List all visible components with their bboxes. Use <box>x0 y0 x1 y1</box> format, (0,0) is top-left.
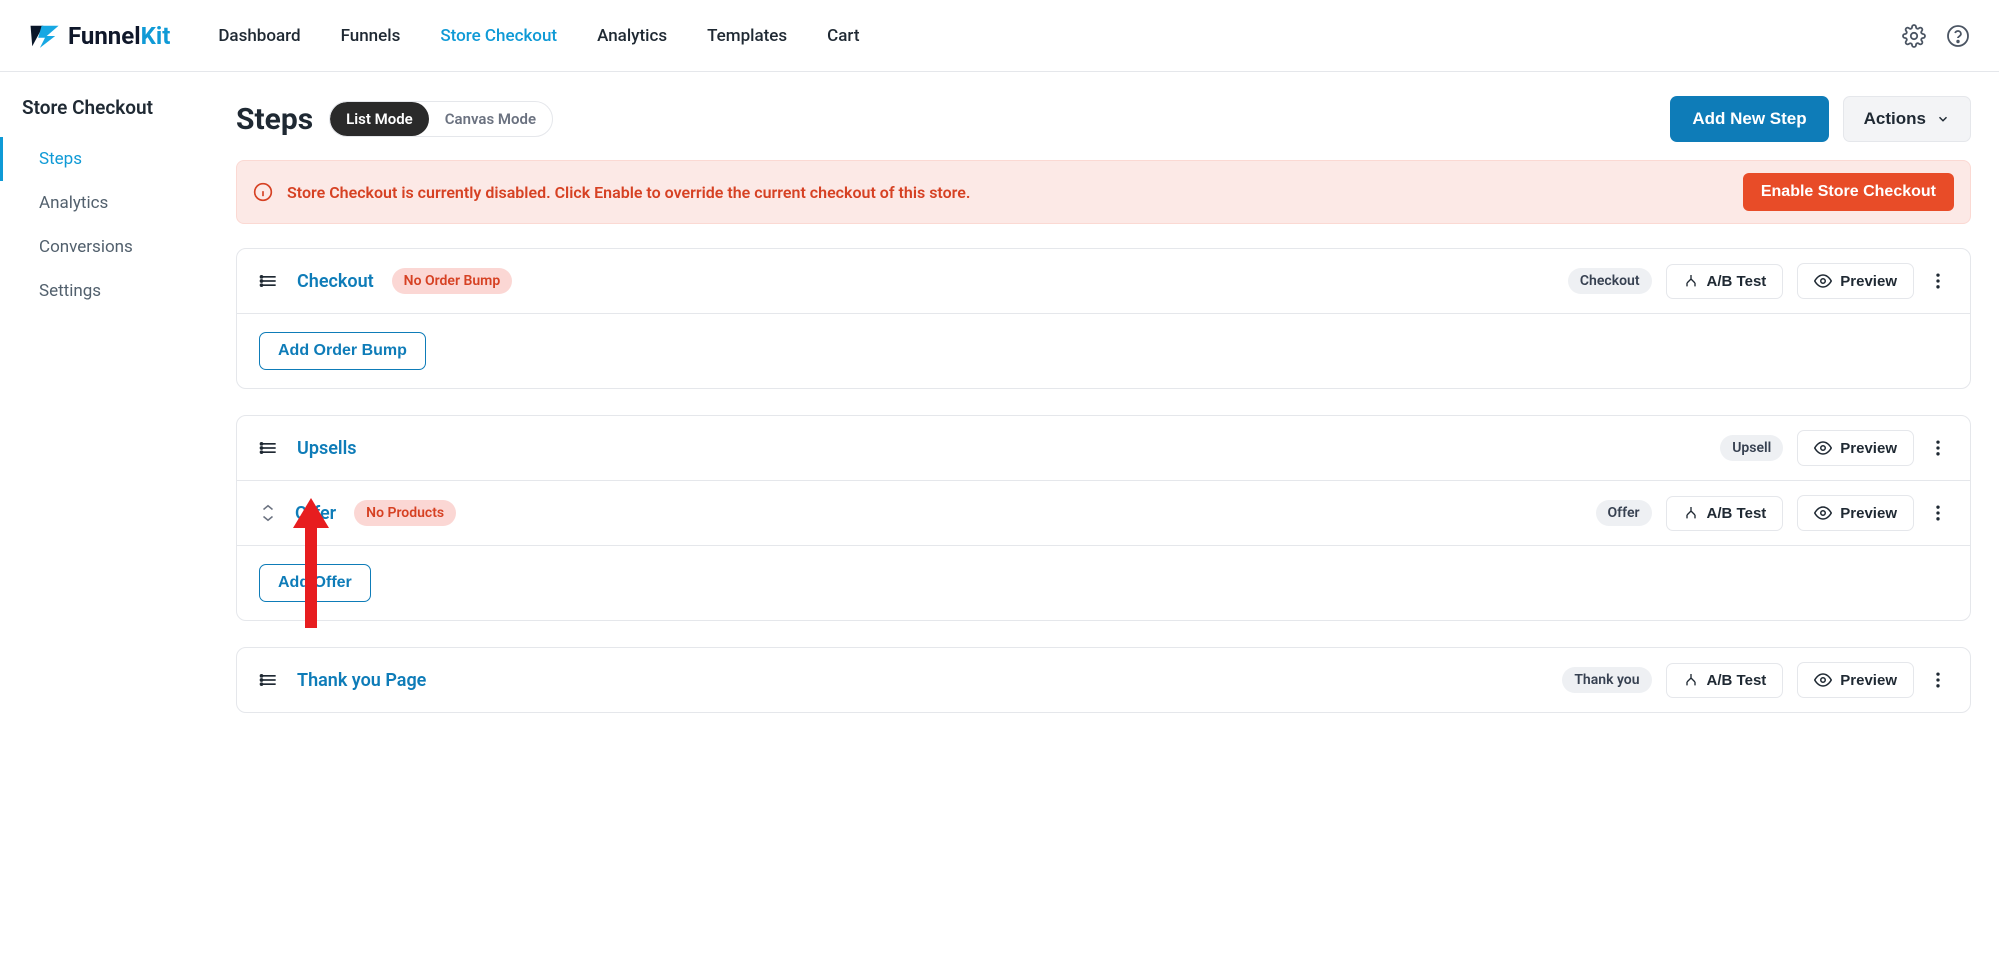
top-bar: FunnelKit Dashboard Funnels Store Checko… <box>0 0 1999 72</box>
disabled-alert: Store Checkout is currently disabled. Cl… <box>236 160 1971 224</box>
sidebar: Store Checkout Steps Analytics Conversio… <box>0 72 218 978</box>
split-icon <box>1683 273 1699 289</box>
step-type-pill: Thank you <box>1562 667 1651 693</box>
settings-icon[interactable] <box>1901 23 1927 49</box>
sidebar-title: Store Checkout <box>0 96 218 137</box>
badge-no-products: No Products <box>354 500 456 526</box>
sidebar-item-conversions[interactable]: Conversions <box>0 225 218 269</box>
offer-type-pill: Offer <box>1596 500 1652 526</box>
actions-button-label: Actions <box>1864 109 1926 129</box>
eye-icon <box>1814 439 1832 457</box>
info-icon <box>253 182 273 202</box>
add-offer-button[interactable]: Add Offer <box>259 564 371 602</box>
logo-text-prefix: Funnel <box>68 22 141 50</box>
eye-icon <box>1814 272 1832 290</box>
drag-handle-icon[interactable] <box>259 670 279 690</box>
top-nav: Dashboard Funnels Store Checkout Analyti… <box>218 26 859 46</box>
add-new-step-button[interactable]: Add New Step <box>1670 96 1828 142</box>
topnav-cart[interactable]: Cart <box>827 26 859 46</box>
ab-test-label: A/B Test <box>1707 672 1767 689</box>
brand-logo[interactable]: FunnelKit <box>28 22 170 50</box>
logo-text-suffix: Kit <box>141 22 171 50</box>
preview-label: Preview <box>1840 273 1897 290</box>
topnav-storecheckout[interactable]: Store Checkout <box>440 26 557 46</box>
ab-test-button[interactable]: A/B Test <box>1666 264 1784 299</box>
preview-button[interactable]: Preview <box>1797 662 1914 698</box>
more-icon[interactable] <box>1928 670 1948 690</box>
alert-text: Store Checkout is currently disabled. Cl… <box>287 183 970 202</box>
step-link-thankyou[interactable]: Thank you Page <box>297 670 426 691</box>
drag-handle-icon[interactable] <box>259 438 279 458</box>
more-icon[interactable] <box>1928 271 1948 291</box>
step-link-upsells[interactable]: Upsells <box>297 438 357 459</box>
more-icon[interactable] <box>1928 503 1948 523</box>
logo-mark-icon <box>28 22 62 50</box>
step-link-checkout[interactable]: Checkout <box>297 271 374 292</box>
topnav-templates[interactable]: Templates <box>707 26 787 46</box>
more-icon[interactable] <box>1928 438 1948 458</box>
sidebar-item-steps[interactable]: Steps <box>0 137 218 181</box>
ab-test-button[interactable]: A/B Test <box>1666 663 1784 698</box>
eye-icon <box>1814 504 1832 522</box>
preview-label: Preview <box>1840 672 1897 689</box>
enable-store-checkout-button[interactable]: Enable Store Checkout <box>1743 173 1954 211</box>
preview-label: Preview <box>1840 505 1897 522</box>
actions-button[interactable]: Actions <box>1843 96 1971 142</box>
main-content: Steps List Mode Canvas Mode Add New Step… <box>218 72 1999 978</box>
ab-test-label: A/B Test <box>1707 505 1767 522</box>
add-order-bump-button[interactable]: Add Order Bump <box>259 332 426 370</box>
step-card-thankyou: Thank you Page Thank you A/B Test Previe… <box>236 647 1971 713</box>
preview-button[interactable]: Preview <box>1797 495 1914 531</box>
page-title: Steps <box>236 102 313 137</box>
sort-arrows-icon[interactable] <box>259 503 277 523</box>
help-icon[interactable] <box>1945 23 1971 49</box>
badge-no-order-bump: No Order Bump <box>392 268 513 294</box>
topnav-funnels[interactable]: Funnels <box>341 26 401 46</box>
split-icon <box>1683 672 1699 688</box>
topnav-analytics[interactable]: Analytics <box>597 26 667 46</box>
offer-link[interactable]: Offer <box>295 503 336 524</box>
step-type-pill: Upsell <box>1720 435 1783 461</box>
step-type-pill: Checkout <box>1568 268 1652 294</box>
preview-label: Preview <box>1840 440 1897 457</box>
step-card-checkout: Checkout No Order Bump Checkout A/B Test… <box>236 248 1971 389</box>
mode-canvas[interactable]: Canvas Mode <box>429 102 552 136</box>
topnav-dashboard[interactable]: Dashboard <box>218 26 300 46</box>
step-card-upsells: Upsells Upsell Preview <box>236 415 1971 621</box>
view-mode-toggle: List Mode Canvas Mode <box>329 101 553 137</box>
sidebar-item-analytics[interactable]: Analytics <box>0 181 218 225</box>
mode-list[interactable]: List Mode <box>330 102 429 136</box>
sidebar-item-settings[interactable]: Settings <box>0 269 218 313</box>
preview-button[interactable]: Preview <box>1797 430 1914 466</box>
ab-test-button[interactable]: A/B Test <box>1666 496 1784 531</box>
drag-handle-icon[interactable] <box>259 271 279 291</box>
preview-button[interactable]: Preview <box>1797 263 1914 299</box>
ab-test-label: A/B Test <box>1707 273 1767 290</box>
eye-icon <box>1814 671 1832 689</box>
split-icon <box>1683 505 1699 521</box>
chevron-down-icon <box>1936 112 1950 126</box>
